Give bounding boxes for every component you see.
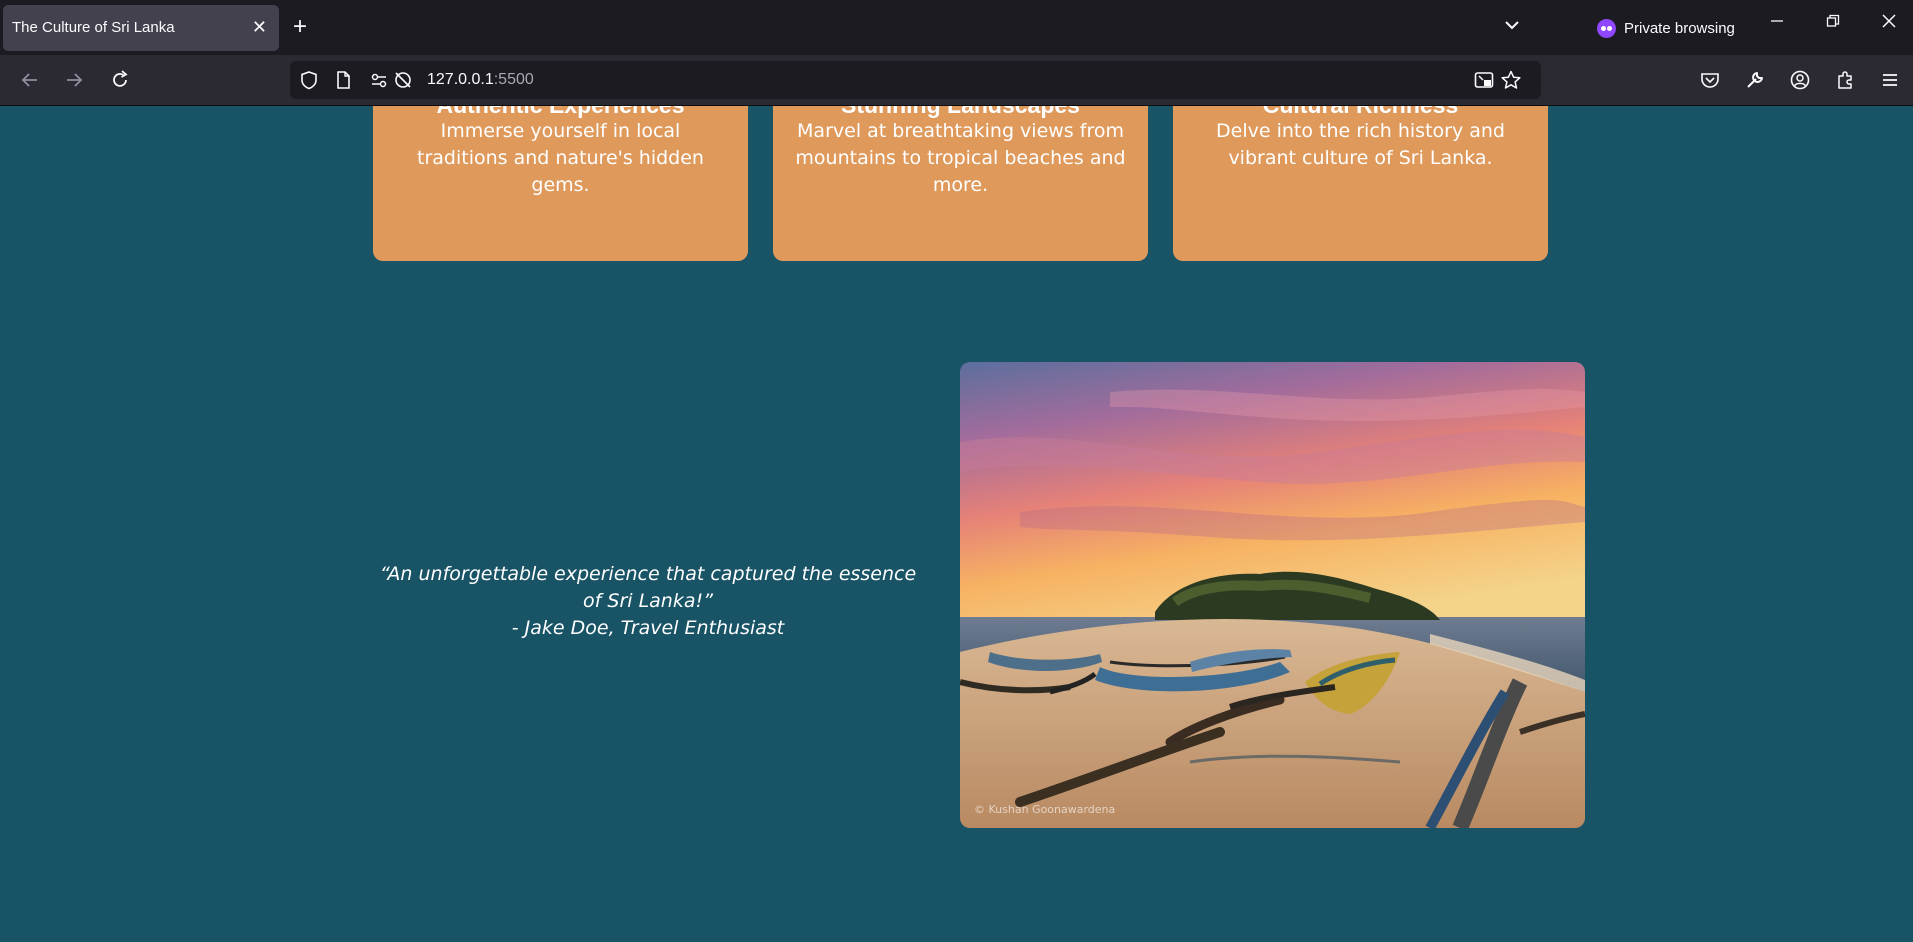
tab-strip: The Culture of Sri Lanka ✕ + Private bro… [0,0,1913,55]
reload-icon[interactable] [109,69,131,91]
tab-title: The Culture of Sri Lanka [12,19,175,36]
card-text: Delve into the rich history and vibrant … [1216,120,1505,169]
permissions-icon[interactable] [368,69,390,91]
restore-icon[interactable] [1826,14,1840,28]
page-info-icon[interactable] [332,69,354,91]
card-text: Immerse yourself in local traditions and… [417,120,704,196]
feature-card-authentic-experiences: Authentic Experiences Immerse yourself i… [373,106,748,261]
url-host: 127.0.0.1 [427,71,494,88]
photo-credit: © Kushan Goonawardena [974,803,1116,816]
wrench-icon[interactable] [1744,69,1766,91]
camera-blocked-icon[interactable] [392,69,414,91]
minimize-icon[interactable] [1770,14,1784,28]
new-tab-icon[interactable]: + [293,14,307,40]
private-browsing-indicator: Private browsing [1597,16,1735,40]
testimonial-author: - Jake Doe, Travel Enthusiast [511,617,785,639]
tracking-shield-icon[interactable] [298,69,320,91]
beach-boats-photo: © Kushan Goonawardena [960,362,1585,828]
forward-icon[interactable] [63,69,85,91]
close-window-icon[interactable] [1882,14,1896,28]
feature-card-stunning-landscapes: Stunning Landscapes Marvel at breathtaki… [773,106,1148,261]
testimonial: “An unforgettable experience that captur… [378,561,918,642]
chevron-down-icon[interactable] [1503,16,1521,34]
menu-icon[interactable] [1879,69,1901,91]
private-mask-icon [1597,18,1616,38]
address-bar[interactable]: 127.0.0.1:5500 [290,61,1541,99]
card-text: Marvel at breathtaking views from mounta… [795,120,1126,196]
active-tab[interactable]: The Culture of Sri Lanka ✕ [3,5,279,51]
navigation-toolbar: 127.0.0.1:5500 [0,55,1913,106]
feature-card-cultural-richness: Cultural Richness Delve into the rich hi… [1173,106,1548,261]
account-icon[interactable] [1789,69,1811,91]
url-text: 127.0.0.1:5500 [427,71,534,89]
back-icon[interactable] [19,69,41,91]
bookmark-star-icon[interactable] [1500,69,1522,91]
pocket-icon[interactable] [1699,69,1721,91]
private-browsing-label: Private browsing [1624,19,1735,37]
beach-sunset-illustration [960,362,1585,828]
extensions-icon[interactable] [1834,69,1856,91]
close-tab-icon[interactable]: ✕ [252,16,267,38]
url-port: :5500 [493,71,534,88]
picture-in-picture-icon[interactable] [1473,69,1495,91]
testimonial-quote: “An unforgettable experience that captur… [379,563,917,612]
